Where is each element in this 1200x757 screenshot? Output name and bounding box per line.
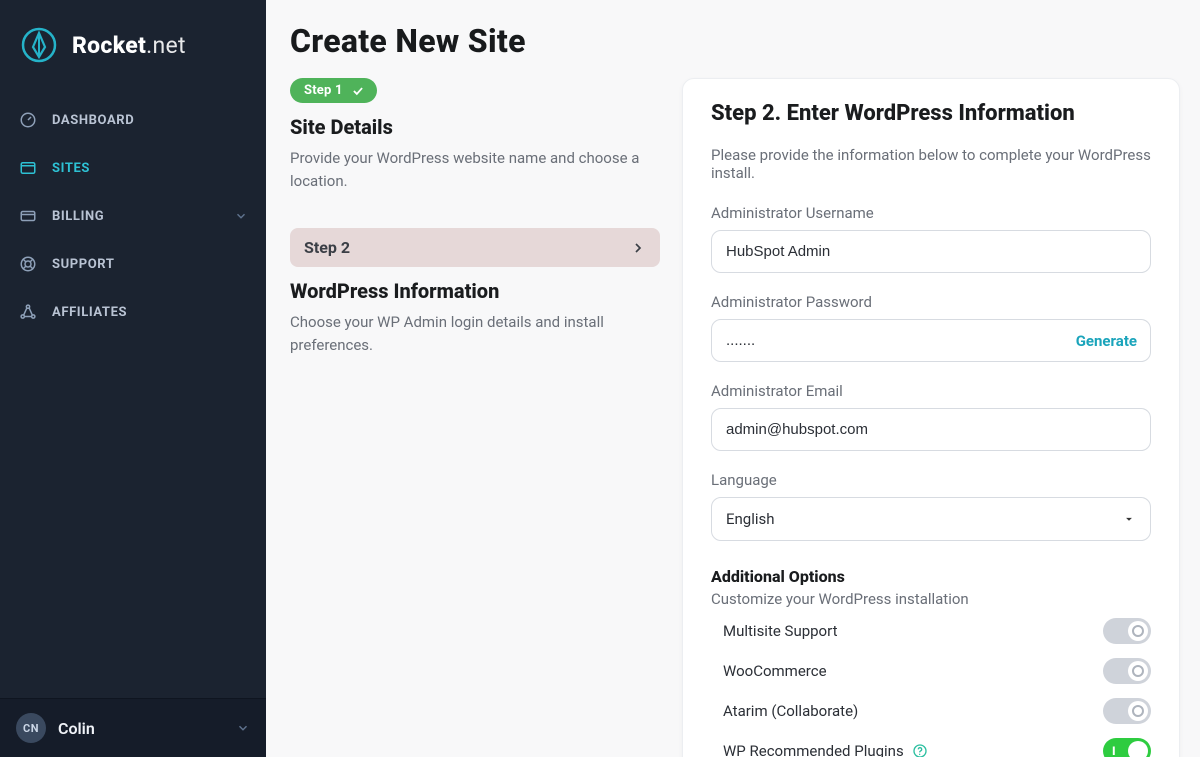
sidebar-item-support[interactable]: SUPPORT: [0, 240, 266, 288]
option-label: Multisite Support: [723, 622, 837, 640]
options-title: Additional Options: [711, 567, 1151, 586]
brand-name: Rocket.net: [72, 32, 186, 59]
main: Create New Site Step 1 Site Details Prov…: [266, 0, 1200, 757]
form-lead: Please provide the information below to …: [711, 146, 1151, 182]
chevron-down-icon: [236, 721, 250, 735]
window-icon: [18, 158, 38, 178]
sidebar-item-sites[interactable]: SITES: [0, 144, 266, 192]
check-icon: [351, 84, 365, 98]
step1-title: Site Details: [290, 115, 660, 139]
step1-pill[interactable]: Step 1: [290, 78, 377, 103]
option-label: WP Recommended Plugins: [723, 742, 904, 757]
username-input[interactable]: [711, 230, 1151, 273]
toggle-multisite[interactable]: [1103, 618, 1151, 644]
user-menu[interactable]: CN Colin: [0, 698, 266, 757]
sidebar-item-billing[interactable]: BILLING: [0, 192, 266, 240]
sidebar-item-label: SITES: [52, 161, 90, 176]
step1-pill-label: Step 1: [304, 83, 343, 98]
email-input[interactable]: [711, 408, 1151, 451]
field-email: Administrator Email: [711, 382, 1151, 451]
chevron-right-icon: [630, 240, 646, 256]
language-select[interactable]: English: [711, 497, 1151, 541]
password-label: Administrator Password: [711, 293, 1151, 311]
field-language: Language English: [711, 471, 1151, 541]
network-icon: [18, 302, 38, 322]
toggle-woocommerce[interactable]: [1103, 658, 1151, 684]
life-ring-icon: [18, 254, 38, 274]
toggle-atarim[interactable]: [1103, 698, 1151, 724]
step2-bar[interactable]: Step 2: [290, 228, 660, 267]
steps-column: Step 1 Site Details Provide your WordPre…: [290, 78, 660, 757]
sidebar-item-label: SUPPORT: [52, 257, 115, 272]
step2-title: WordPress Information: [290, 279, 660, 303]
user-name: Colin: [58, 719, 95, 738]
sidebar-item-affiliates[interactable]: AFFILIATES: [0, 288, 266, 336]
option-atarim: Atarim (Collaborate): [723, 698, 1151, 724]
brand-logo-icon: [20, 26, 58, 64]
page-title: Create New Site: [290, 16, 1180, 78]
option-woocommerce: WooCommerce: [723, 658, 1151, 684]
username-label: Administrator Username: [711, 204, 1151, 222]
caret-down-icon: [1122, 512, 1136, 526]
help-icon[interactable]: [912, 743, 928, 757]
sidebar-item-label: AFFILIATES: [52, 305, 127, 320]
wp-info-card: Step 2. Enter WordPress Information Plea…: [682, 78, 1180, 757]
gauge-icon: [18, 110, 38, 130]
option-multisite: Multisite Support: [723, 618, 1151, 644]
field-password: Administrator Password Generate: [711, 293, 1151, 362]
language-label: Language: [711, 471, 1151, 489]
sidebar-item-dashboard[interactable]: DASHBOARD: [0, 96, 266, 144]
option-label: Atarim (Collaborate): [723, 702, 858, 720]
language-value: English: [726, 510, 775, 528]
step1-sub: Provide your WordPress website name and …: [290, 147, 660, 192]
sidebar-item-label: BILLING: [52, 209, 104, 224]
email-label: Administrator Email: [711, 382, 1151, 400]
sidebar-item-label: DASHBOARD: [52, 113, 134, 128]
chevron-down-icon: [234, 209, 248, 223]
card-icon: [18, 206, 38, 226]
avatar: CN: [16, 713, 46, 743]
option-recommended-plugins: WP Recommended Plugins I: [723, 738, 1151, 757]
step2-bar-label: Step 2: [304, 238, 350, 257]
brand[interactable]: Rocket.net: [0, 0, 266, 88]
sidebar: Rocket.net DASHBOARD SITES BILLING: [0, 0, 266, 757]
sidebar-nav: DASHBOARD SITES BILLING: [0, 88, 266, 336]
toggle-recommended-plugins[interactable]: I: [1103, 738, 1151, 757]
options-sub: Customize your WordPress installation: [711, 590, 1151, 608]
form-heading: Step 2. Enter WordPress Information: [711, 101, 1151, 126]
field-username: Administrator Username: [711, 204, 1151, 273]
generate-password-link[interactable]: Generate: [1076, 332, 1137, 350]
option-label: WooCommerce: [723, 662, 827, 680]
step2-sub: Choose your WP Admin login details and i…: [290, 311, 660, 356]
